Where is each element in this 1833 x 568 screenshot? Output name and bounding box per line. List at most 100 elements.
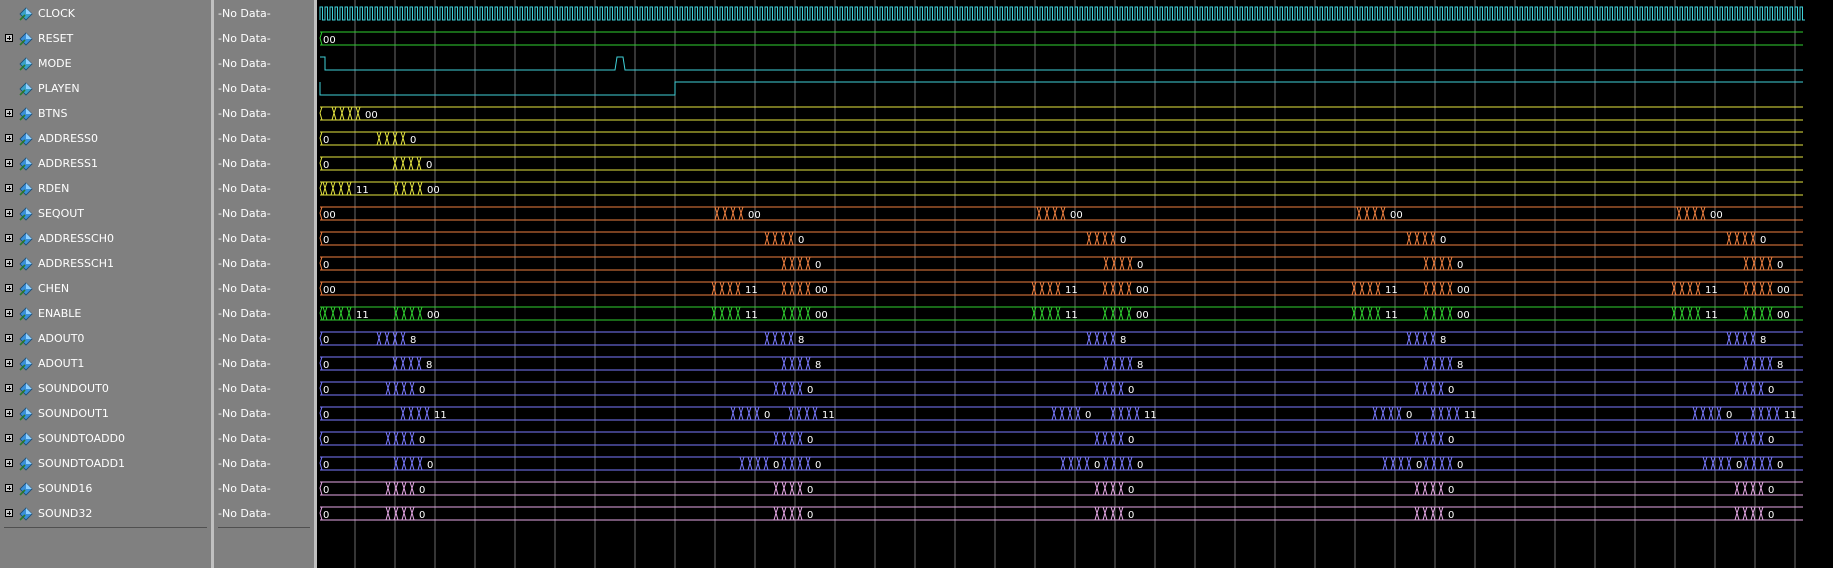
signal-row-btns[interactable]: BTNS <box>0 101 211 126</box>
expand-icon[interactable] <box>5 484 13 492</box>
waveform-sound16: 0 0 0 0 0 0 <box>319 481 1803 496</box>
signal-row-adout1[interactable]: ADOUT1 <box>0 351 211 376</box>
bus-transition <box>355 106 361 121</box>
bus-value-label: 0 <box>815 260 821 271</box>
bus-transition <box>1110 431 1116 446</box>
signal-row-clock[interactable]: CLOCK <box>0 1 211 26</box>
bus-value-label: 00 <box>323 35 336 46</box>
bus-transition <box>1126 306 1132 321</box>
signal-row-address0[interactable]: ADDRESS0 <box>0 126 211 151</box>
bus-transition <box>1380 206 1386 221</box>
bus-transition <box>789 256 795 271</box>
waveform-soundtoadd0: 0 0 0 0 0 0 <box>319 431 1803 446</box>
expand-icon[interactable] <box>5 159 13 167</box>
bus-transition <box>738 406 744 421</box>
bus-transition <box>1439 356 1445 371</box>
signal-icon <box>19 457 33 471</box>
bus-transition <box>1750 231 1756 246</box>
bus-value-label: 11 <box>1784 410 1797 421</box>
bus-transition <box>1439 256 1445 271</box>
bus-transition <box>1076 456 1082 471</box>
signal-icon <box>19 207 33 221</box>
bus-transition <box>1364 206 1370 221</box>
expand-icon[interactable] <box>5 359 13 367</box>
expand-icon[interactable] <box>5 284 13 292</box>
signal-row-soundout1[interactable]: SOUNDOUT1 <box>0 401 211 426</box>
bus-transition <box>781 506 787 521</box>
bus-transition <box>1774 406 1780 421</box>
signal-value: -No Data- <box>218 232 271 245</box>
bus-transition <box>1406 331 1412 346</box>
signal-row-rden[interactable]: RDEN <box>0 176 211 201</box>
bus-transition <box>1742 431 1748 446</box>
signal-row-soundout0[interactable]: SOUNDOUT0 <box>0 376 211 401</box>
signal-row-chen[interactable]: CHEN <box>0 276 211 301</box>
bus-transition <box>339 106 345 121</box>
expand-icon[interactable] <box>5 384 13 392</box>
expand-icon[interactable] <box>5 509 13 517</box>
bus-transition <box>1430 231 1436 246</box>
signal-value: -No Data- <box>218 257 271 270</box>
bus-transition <box>1710 456 1716 471</box>
bus-transition <box>1438 506 1444 521</box>
signal-value: -No Data- <box>218 57 271 70</box>
expand-icon[interactable] <box>5 409 13 417</box>
signal-value-row: -No Data- <box>214 351 314 376</box>
waveform-chen: 00 11 00 11 00 11 00 11 00 <box>319 281 1803 296</box>
bus-transition <box>1700 206 1706 221</box>
signal-row-playen[interactable]: PLAYEN <box>0 76 211 101</box>
signal-value-row: -No Data- <box>214 1 314 26</box>
expand-icon[interactable] <box>5 434 13 442</box>
signal-row-address1[interactable]: ADDRESS1 <box>0 151 211 176</box>
expand-icon[interactable] <box>5 109 13 117</box>
bus-transition <box>409 456 415 471</box>
bus-transition <box>1734 431 1740 446</box>
signal-row-sound32[interactable]: SOUND32 <box>0 501 211 526</box>
bus-transition <box>346 306 352 321</box>
waveform-canvas[interactable]: 00000 00 011 0000 00 00 00 000 0 0 0 00 0 0 0 000 11 00 11… <box>317 0 1833 568</box>
expand-icon[interactable] <box>5 459 13 467</box>
signal-row-adout0[interactable]: ADOUT0 <box>0 326 211 351</box>
signal-row-soundtoadd1[interactable]: SOUNDTOADD1 <box>0 451 211 476</box>
expand-icon[interactable] <box>5 184 13 192</box>
signal-row-soundtoadd0[interactable]: SOUNDTOADD0 <box>0 426 211 451</box>
expand-icon[interactable] <box>5 234 13 242</box>
signal-row-addressch1[interactable]: ADDRESSCH1 <box>0 251 211 276</box>
expand-icon[interactable] <box>5 259 13 267</box>
signal-row-seqout[interactable]: SEQOUT <box>0 201 211 226</box>
bus-transition <box>1094 381 1100 396</box>
bus-transition <box>408 406 414 421</box>
expand-icon[interactable] <box>5 34 13 42</box>
waveform-pane[interactable]: 00 00 0 0 0 0 11 00 00 00 00 00 00 0 0 0 0 0 0 0 0 0 0 00 11 00 11… <box>317 0 1833 568</box>
bus-transition <box>763 456 769 471</box>
signal-row-addressch0[interactable]: ADDRESSCH0 <box>0 226 211 251</box>
bus-transition <box>738 206 744 221</box>
bus-transition <box>1118 406 1124 421</box>
signal-name: SOUNDTOADD1 <box>38 457 126 470</box>
expand-icon[interactable] <box>5 134 13 142</box>
bus-transition <box>1086 331 1092 346</box>
bus-transition <box>797 381 803 396</box>
bus-value-label: 0 <box>807 510 813 521</box>
signal-row-mode[interactable]: MODE <box>0 51 211 76</box>
expand-icon[interactable] <box>5 209 13 217</box>
bus-value-label: 8 <box>426 360 432 371</box>
bus-transition <box>1759 281 1765 296</box>
signal-row-sound16[interactable]: SOUND16 <box>0 476 211 501</box>
bus-transition <box>1119 456 1125 471</box>
signal-row-enable[interactable]: ENABLE <box>0 301 211 326</box>
bus-start <box>319 156 323 171</box>
bus-value-label: 0 <box>1137 260 1143 271</box>
bus-value-label: 8 <box>815 360 821 371</box>
bus-transition <box>1059 406 1065 421</box>
bus-transition <box>730 206 736 221</box>
bus-transition <box>1075 406 1081 421</box>
signal-value: -No Data- <box>218 82 271 95</box>
expand-icon[interactable] <box>5 334 13 342</box>
expand-icon[interactable] <box>5 309 13 317</box>
signal-row-reset[interactable]: RESET <box>0 26 211 51</box>
bus-transition <box>1726 231 1732 246</box>
signal-value-row: -No Data- <box>214 301 314 326</box>
bus-transition <box>1438 481 1444 496</box>
bus-transition <box>401 456 407 471</box>
